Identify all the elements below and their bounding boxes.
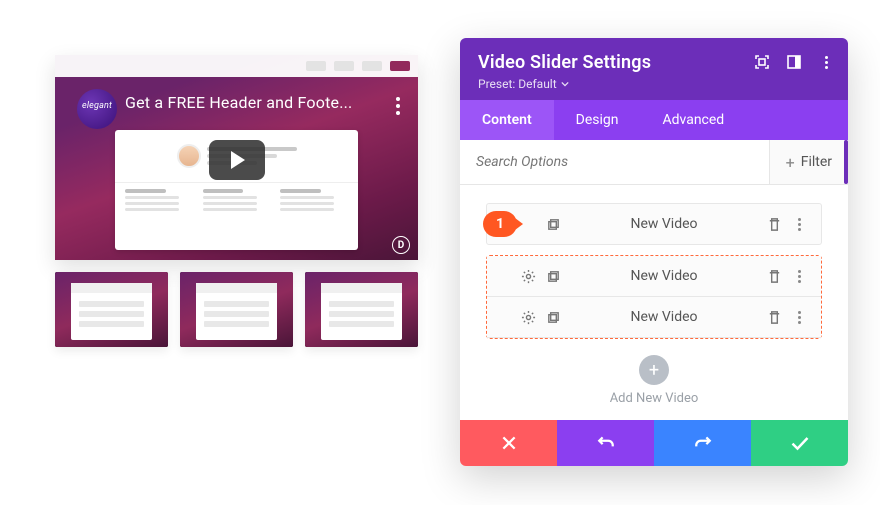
undo-icon — [597, 434, 615, 452]
video-item[interactable]: New Video — [487, 256, 821, 297]
divi-badge-icon: D — [392, 236, 410, 254]
close-icon — [500, 434, 518, 452]
duplicated-items-group: New Video — [486, 255, 822, 339]
scrollbar-indicator[interactable] — [844, 140, 848, 184]
step-badge: 1 — [483, 211, 517, 237]
chevron-down-icon — [561, 80, 569, 88]
redo-icon — [694, 434, 712, 452]
add-video-label: Add New Video — [472, 391, 836, 406]
video-menu-icon[interactable] — [396, 97, 400, 115]
video-thumbnail[interactable] — [55, 272, 168, 347]
gear-icon[interactable] — [521, 310, 536, 325]
tab-content[interactable]: Content — [460, 100, 554, 140]
duplicate-icon[interactable] — [546, 269, 561, 284]
video-thumbnail[interactable] — [305, 272, 418, 347]
preset-dropdown[interactable]: Preset: Default — [478, 77, 569, 91]
more-menu-icon[interactable] — [818, 54, 834, 70]
gear-icon[interactable] — [521, 269, 536, 284]
play-button[interactable] — [209, 140, 265, 180]
item-menu-icon[interactable] — [792, 217, 807, 232]
video-item-label: New Video — [561, 216, 767, 232]
check-icon — [790, 433, 810, 453]
trash-icon[interactable] — [767, 269, 782, 284]
video-item-label: New Video — [561, 268, 767, 284]
tab-design[interactable]: Design — [554, 100, 641, 140]
site-header-mock — [55, 55, 418, 77]
video-item-label: New Video — [561, 309, 767, 325]
video-slider-preview: Get a FREE Header and Foote... D — [55, 55, 418, 347]
panel-footer — [460, 420, 848, 466]
duplicate-icon[interactable] — [546, 217, 561, 232]
filter-button[interactable]: Filter — [769, 140, 848, 184]
undo-button[interactable] — [557, 420, 654, 466]
video-player[interactable]: Get a FREE Header and Foote... D — [55, 55, 418, 260]
video-thumbnail[interactable] — [180, 272, 293, 347]
expand-icon[interactable] — [754, 54, 770, 70]
tab-advanced[interactable]: Advanced — [641, 100, 747, 140]
video-item[interactable]: New Video — [487, 297, 821, 338]
snap-right-icon[interactable] — [786, 54, 802, 70]
trash-icon[interactable] — [767, 217, 782, 232]
settings-tabs: Content Design Advanced — [460, 100, 848, 140]
trash-icon[interactable] — [767, 310, 782, 325]
cancel-button[interactable] — [460, 420, 557, 466]
redo-button[interactable] — [654, 420, 751, 466]
save-button[interactable] — [751, 420, 848, 466]
item-menu-icon[interactable] — [792, 310, 807, 325]
duplicate-icon[interactable] — [546, 310, 561, 325]
search-input[interactable] — [460, 140, 769, 184]
video-thumbnails — [55, 272, 418, 347]
video-title: Get a FREE Header and Foote... — [125, 93, 363, 112]
panel-header: Video Slider Settings Preset: Default — [460, 38, 848, 100]
item-menu-icon[interactable] — [792, 269, 807, 284]
settings-panel: Video Slider Settings Preset: Default Co… — [460, 38, 848, 466]
channel-logo — [77, 89, 117, 129]
search-bar: Filter — [460, 140, 848, 185]
add-video-button[interactable]: + — [639, 355, 669, 385]
video-item[interactable]: 1 New Video — [486, 203, 822, 245]
